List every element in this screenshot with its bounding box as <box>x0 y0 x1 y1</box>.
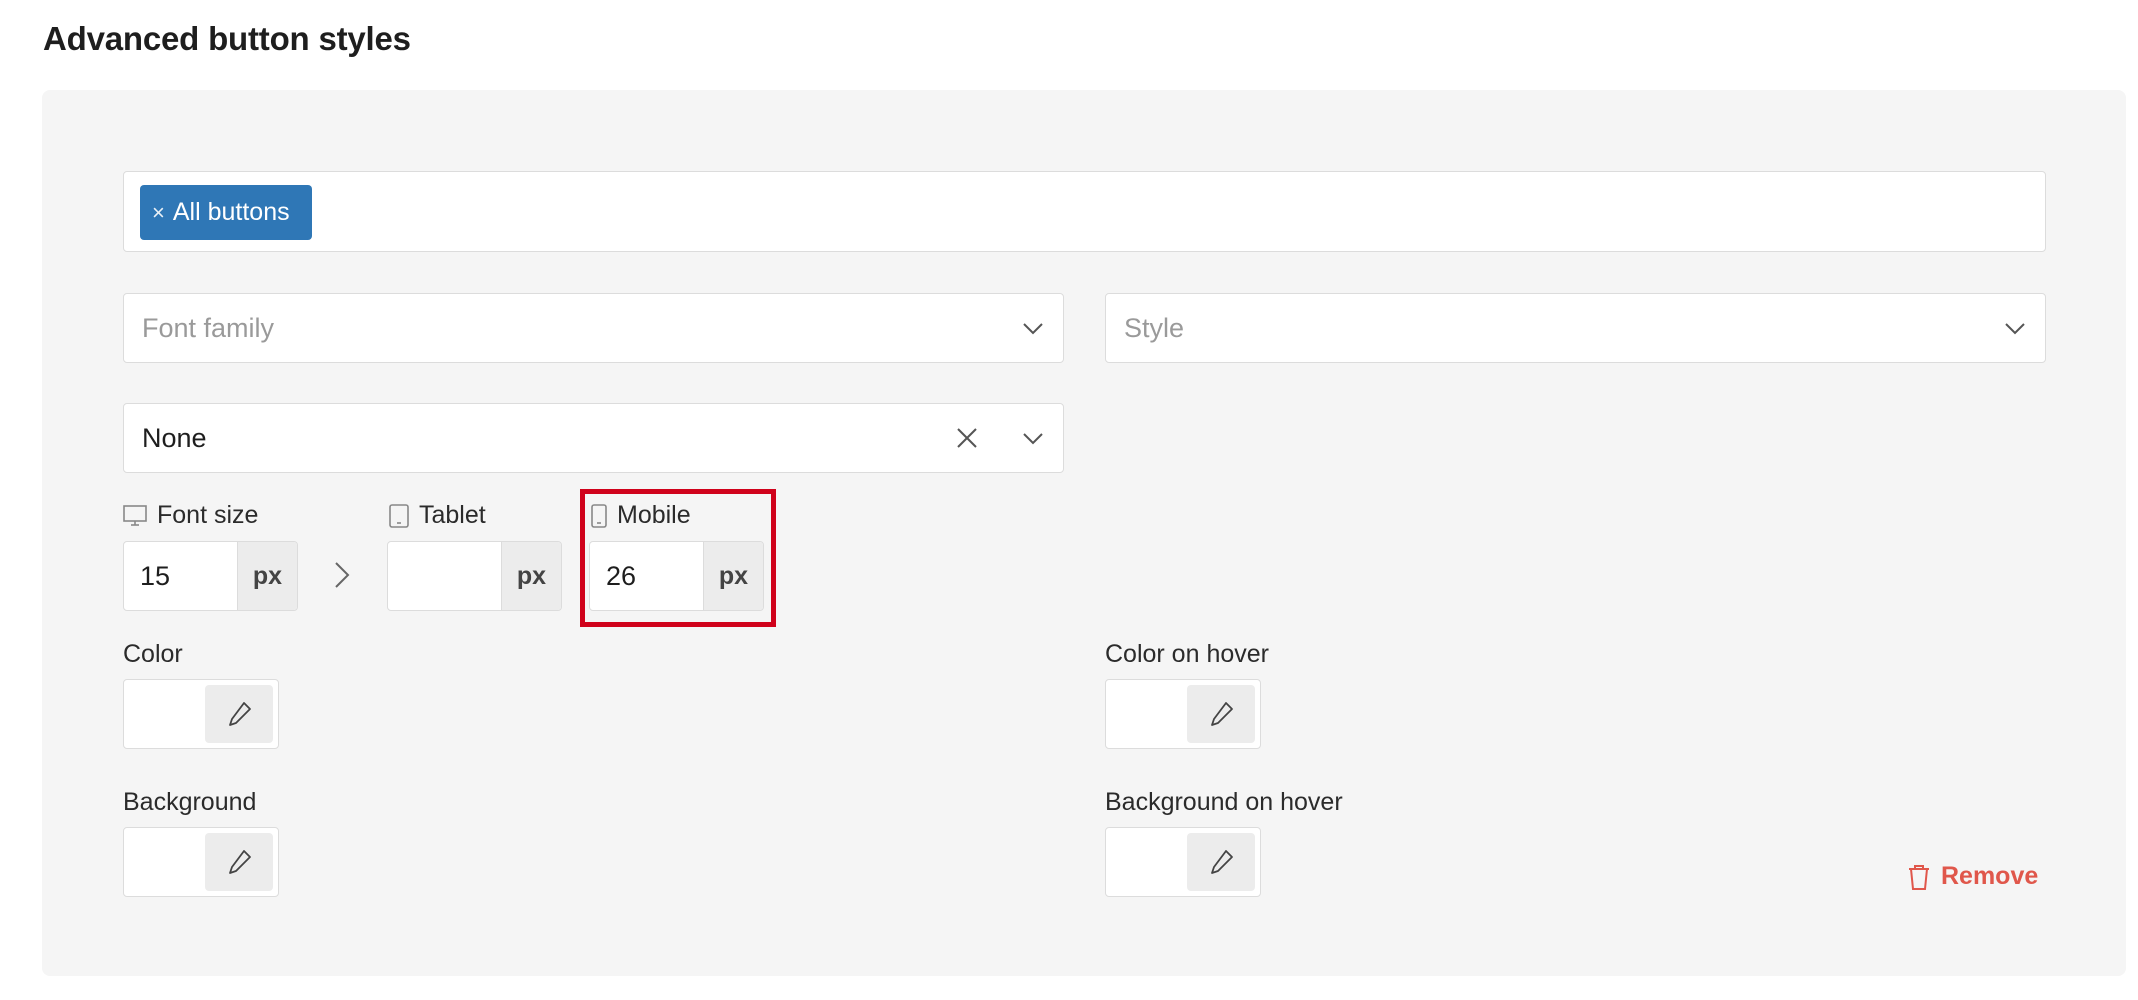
desktop-icon <box>123 504 147 526</box>
text-transform-select[interactable]: None <box>123 403 1064 473</box>
eyedropper-button[interactable] <box>1187 833 1255 891</box>
clear-icon[interactable] <box>955 426 979 450</box>
tablet-label-text: Tablet <box>419 501 486 529</box>
font-size-label: Font size <box>123 501 258 530</box>
font-size-desktop-input[interactable]: 15 px <box>123 541 298 611</box>
chevron-down-icon <box>1023 433 1043 445</box>
font-size-tablet-value[interactable] <box>388 542 501 610</box>
eyedropper-button[interactable] <box>205 833 273 891</box>
trash-icon <box>1909 864 1929 890</box>
remove-tag-icon[interactable]: × <box>152 200 165 226</box>
tag-all-buttons: × All buttons <box>140 185 312 240</box>
eyedropper-icon <box>1211 850 1233 874</box>
tag-label: All buttons <box>172 198 290 226</box>
selector-tags-field[interactable]: × All buttons <box>123 171 2046 252</box>
text-transform-value: None <box>142 422 207 453</box>
chevron-down-icon <box>1023 323 1043 335</box>
eyedropper-icon <box>229 850 251 874</box>
background-label: Background <box>123 788 257 816</box>
eyedropper-button[interactable] <box>205 685 273 743</box>
tablet-icon <box>389 503 409 528</box>
font-size-label-text: Font size <box>157 501 259 529</box>
eyedropper-button[interactable] <box>1187 685 1255 743</box>
tablet-label: Tablet <box>389 501 486 530</box>
font-size-desktop-value[interactable]: 15 <box>124 542 237 610</box>
background-hover-label: Background on hover <box>1105 788 1343 816</box>
section-title: Advanced button styles <box>43 20 411 57</box>
font-family-placeholder: Font family <box>142 312 275 343</box>
chevron-right-icon[interactable] <box>330 560 354 590</box>
remove-label: Remove <box>1941 862 2039 890</box>
color-hover-picker[interactable] <box>1105 679 1261 749</box>
font-size-tablet-input[interactable]: px <box>387 541 562 611</box>
mobile-highlight-box <box>580 489 776 627</box>
color-label: Color <box>123 640 183 668</box>
chevron-down-icon <box>2005 323 2025 335</box>
style-placeholder: Style <box>1124 312 1185 343</box>
style-select[interactable]: Style <box>1105 293 2046 363</box>
font-family-select[interactable]: Font family <box>123 293 1064 363</box>
background-hover-picker[interactable] <box>1105 827 1261 897</box>
unit-label: px <box>237 542 297 610</box>
background-picker[interactable] <box>123 827 279 897</box>
color-hover-label: Color on hover <box>1105 640 1269 668</box>
eyedropper-icon <box>229 702 251 726</box>
remove-button[interactable]: Remove <box>1907 862 2038 891</box>
eyedropper-icon <box>1211 702 1233 726</box>
unit-label: px <box>501 542 561 610</box>
color-picker[interactable] <box>123 679 279 749</box>
